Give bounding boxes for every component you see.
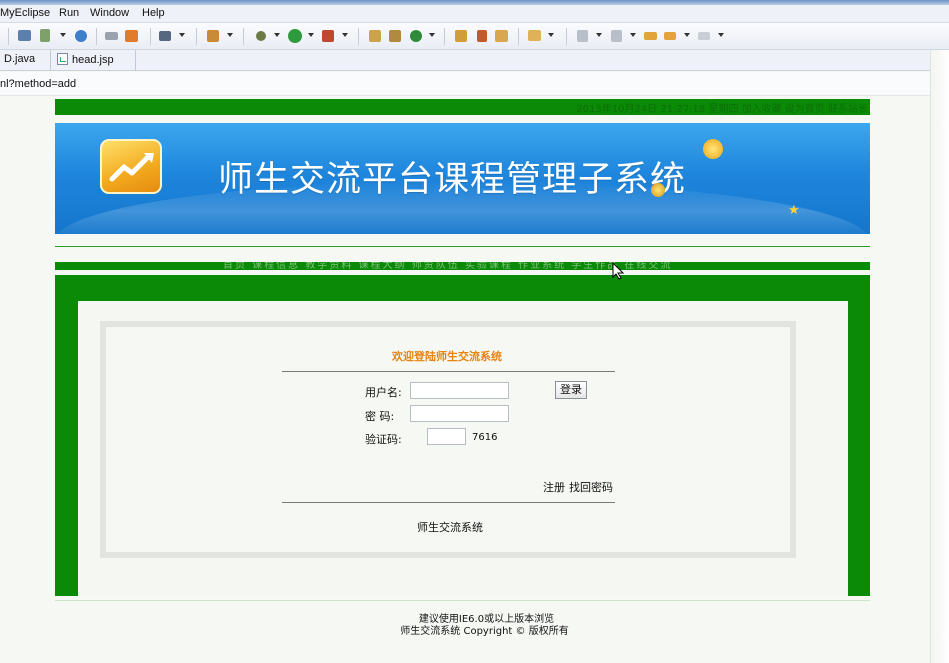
- login-button[interactable]: 登录: [555, 381, 587, 399]
- debug-icon[interactable]: [124, 28, 140, 44]
- run-icon[interactable]: [287, 28, 303, 44]
- chevron-down-icon[interactable]: [226, 33, 234, 39]
- nav-links[interactable]: 首页 课程信息 教学资料 课程大纲 师资队伍 实验课程 作业系统 学生作品 在线…: [223, 262, 672, 270]
- open-resource-icon[interactable]: [494, 28, 510, 44]
- bug-icon[interactable]: [253, 28, 269, 44]
- divider: [282, 371, 615, 372]
- forgot-password-link[interactable]: 找回密码: [569, 479, 613, 495]
- chevron-down-icon[interactable]: [547, 33, 555, 39]
- toolbar-separator: [96, 28, 97, 45]
- page-top-bar: 2013年10月24日 21:27:18 星期四 加入收藏 设为首页 联系站长: [55, 99, 870, 115]
- toolbar-separator: [358, 28, 359, 45]
- captcha-label: 验证码:: [365, 433, 402, 446]
- forward-icon[interactable]: [697, 28, 713, 44]
- deploy-icon[interactable]: [38, 28, 54, 44]
- chart-logo-icon: [100, 139, 162, 194]
- tab-d-java[interactable]: D.java: [0, 50, 51, 71]
- flower-icon: [703, 139, 723, 159]
- chevron-down-icon[interactable]: [428, 33, 436, 39]
- new-interface-icon[interactable]: [408, 28, 424, 44]
- editor-tabs: D.java head.jsp: [0, 50, 949, 71]
- password-input[interactable]: [410, 405, 509, 422]
- username-label: 用户名:: [365, 386, 402, 399]
- chevron-down-icon[interactable]: [307, 33, 315, 39]
- search-icon[interactable]: [527, 28, 543, 44]
- menu-myeclipse[interactable]: MyEclipse: [0, 7, 50, 19]
- footer-divider: [55, 600, 870, 601]
- back-icon[interactable]: [663, 28, 679, 44]
- new-class-icon[interactable]: [388, 28, 404, 44]
- last-edit-icon[interactable]: [643, 28, 659, 44]
- chevron-down-icon[interactable]: [629, 33, 637, 39]
- toolbar-separator: [196, 28, 197, 45]
- browser-scrollbar[interactable]: [930, 50, 949, 663]
- tab-head-jsp[interactable]: head.jsp: [51, 50, 136, 71]
- site-banner: 师生交流平台课程管理子系统 ★: [55, 123, 870, 234]
- new-server-icon[interactable]: [17, 28, 33, 44]
- star-icon: ★: [788, 203, 800, 218]
- prev-annotation-icon[interactable]: [609, 28, 625, 44]
- chevron-down-icon[interactable]: [341, 33, 349, 39]
- address-bar[interactable]: nl?method=add: [0, 72, 949, 96]
- chevron-down-icon[interactable]: [59, 33, 67, 39]
- toolbar-separator: [243, 28, 244, 45]
- next-annotation-icon[interactable]: [575, 28, 591, 44]
- print-icon[interactable]: [104, 28, 120, 44]
- toolbar: [0, 23, 949, 50]
- jsp-file-icon: [57, 53, 68, 65]
- toolbar-separator: [518, 28, 519, 45]
- menu-window[interactable]: Window: [90, 7, 129, 19]
- toolbar-separator: [566, 28, 567, 45]
- register-link[interactable]: 注册: [543, 479, 565, 495]
- new-package-icon[interactable]: [368, 28, 384, 44]
- external-tools-icon[interactable]: [321, 28, 337, 44]
- captcha-code: 7616: [472, 432, 498, 443]
- toolbar-separator: [8, 28, 9, 45]
- toolbar-separator: [150, 28, 151, 45]
- toolbar-separator: [444, 28, 445, 45]
- chevron-down-icon[interactable]: [178, 33, 186, 39]
- welcome-heading: 欢迎登陆师生交流系统: [392, 350, 502, 363]
- divider: [282, 502, 615, 503]
- window-icon[interactable]: [158, 28, 174, 44]
- tab-label: head.jsp: [72, 54, 114, 66]
- main-nav-bar: 首页 课程信息 教学资料 课程大纲 师资队伍 实验课程 作业系统 学生作品 在线…: [55, 262, 870, 270]
- menu-help[interactable]: Help: [142, 7, 165, 19]
- tab-label: D.java: [4, 53, 36, 65]
- package-icon[interactable]: [206, 28, 222, 44]
- pin-icon[interactable]: [474, 28, 490, 44]
- chevron-down-icon[interactable]: [683, 33, 691, 39]
- mouse-cursor-icon: [612, 262, 624, 280]
- menu-run[interactable]: Run: [59, 7, 79, 19]
- system-name: 师生交流系统: [417, 521, 483, 534]
- footer-copyright: 师生交流系统 Copyright © 版权所有: [400, 626, 569, 637]
- chevron-down-icon[interactable]: [717, 33, 725, 39]
- menu-bar: MyEclipse Run Window Help: [0, 5, 949, 23]
- url-text: nl?method=add: [0, 78, 77, 90]
- username-input[interactable]: [410, 382, 509, 399]
- chevron-down-icon[interactable]: [273, 33, 281, 39]
- password-label: 密 码:: [365, 410, 395, 423]
- globe-icon[interactable]: [73, 28, 89, 44]
- captcha-input[interactable]: [427, 428, 466, 445]
- open-type-icon[interactable]: [454, 28, 470, 44]
- date-and-links[interactable]: 2013年10月24日 21:27:18 星期四 加入收藏 设为首页 联系站长: [576, 100, 868, 115]
- divider: [55, 246, 870, 247]
- trend-arrow-icon: [109, 153, 154, 182]
- banner-title: 师生交流平台课程管理子系统: [218, 160, 687, 200]
- chevron-down-icon[interactable]: [595, 33, 603, 39]
- flower-icon: [651, 183, 665, 197]
